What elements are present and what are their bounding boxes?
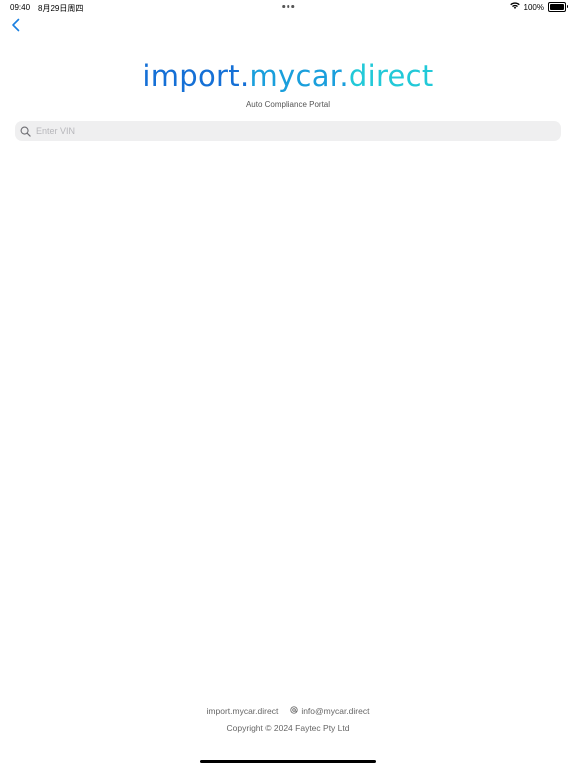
vin-search-bar[interactable] [15,121,561,141]
website-link[interactable]: import.mycar.direct [207,706,279,716]
back-button[interactable] [7,18,23,37]
app-logo: import.mycar.direct [0,56,576,96]
app-screen: 09:40 8月29日周四 100% import.mycar.direct A… [0,0,576,768]
battery-percent: 100% [523,2,544,12]
battery-icon [548,2,568,12]
email-link[interactable]: info@mycar.direct [290,706,369,716]
status-left: 09:40 8月29日周四 [10,3,83,14]
dot [286,5,290,8]
dot [282,5,285,8]
logo-part-import: import. [142,59,250,93]
chevron-left-icon [11,18,20,37]
footer: import.mycar.direct info@mycar.direct Co… [0,706,576,733]
status-time: 09:40 [10,3,31,12]
status-bar: 09:40 8月29日周四 100% [0,0,576,14]
battery-fill [550,4,564,10]
multitasking-dots-icon[interactable] [282,5,294,8]
logo-part-mycar: mycar. [249,59,349,93]
logo-part-direct: direct [348,59,434,93]
status-date: 8月29日周四 [38,4,84,13]
copyright-text: Copyright © 2024 Faytec Pty Ltd [226,723,350,733]
email-text: info@mycar.direct [301,706,370,716]
dot [291,5,294,8]
footer-links: import.mycar.direct info@mycar.direct [0,706,576,716]
vin-search-input[interactable] [34,125,538,137]
home-indicator[interactable] [200,760,376,763]
at-icon [290,706,298,716]
page-subtitle: Auto Compliance Portal [245,100,331,109]
status-right: 100% [509,2,568,12]
wifi-icon [509,2,520,12]
search-icon [19,125,31,137]
